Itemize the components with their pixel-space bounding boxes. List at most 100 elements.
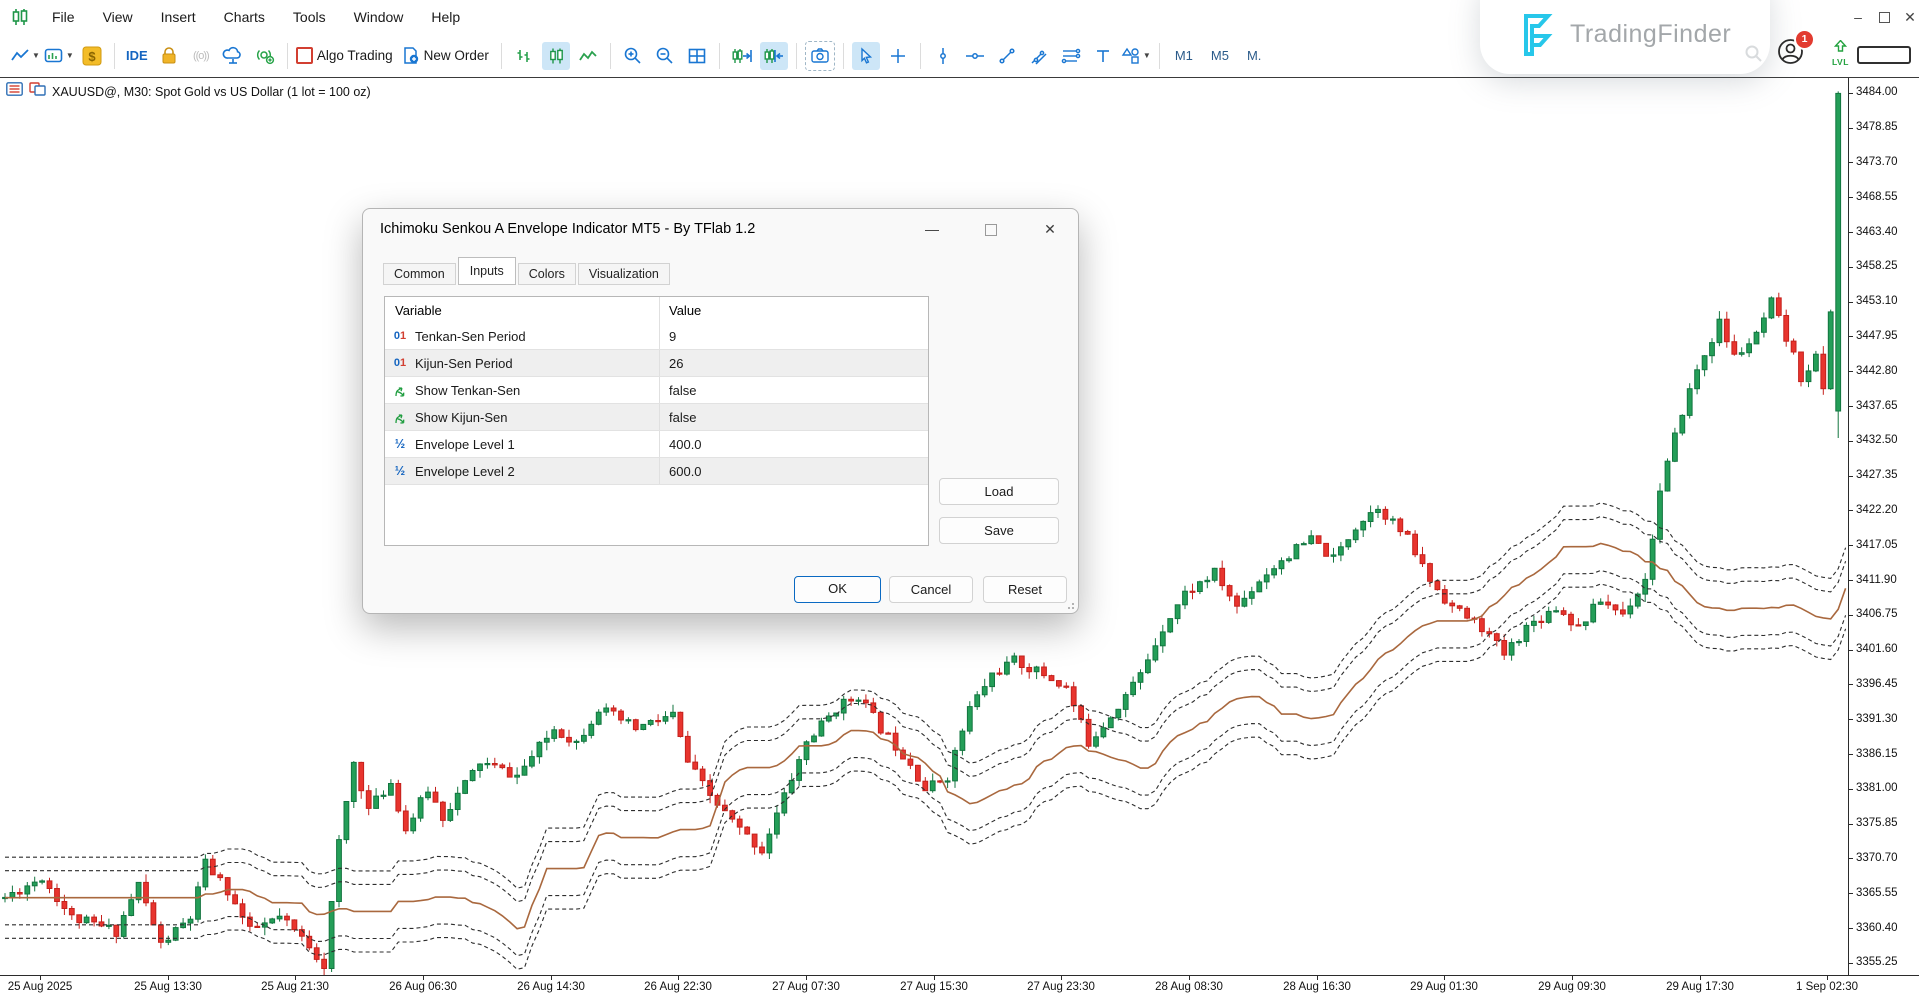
- dialog-maximize-button[interactable]: [975, 217, 1007, 241]
- zoom-in-icon[interactable]: [619, 42, 647, 70]
- level-up-icon[interactable]: LVL: [1832, 39, 1849, 67]
- time-label: 29 Aug 01:30: [1410, 981, 1478, 993]
- param-value[interactable]: false: [659, 404, 928, 430]
- cloud-icon[interactable]: [219, 42, 247, 70]
- param-value[interactable]: 26: [659, 350, 928, 376]
- indicator-dialog: Ichimoku Senkou A Envelope Indicator MT5…: [362, 208, 1079, 614]
- chevron-down-icon: ▼: [32, 51, 40, 60]
- tab-inputs[interactable]: Inputs: [458, 257, 516, 285]
- timeframe-m1-button[interactable]: M1: [1168, 42, 1200, 70]
- menu-view[interactable]: View: [89, 0, 147, 34]
- cursor-icon[interactable]: [852, 42, 880, 70]
- time-label: 1 Sep 02:30: [1796, 981, 1858, 993]
- tab-colors[interactable]: Colors: [518, 263, 576, 285]
- time-label: 29 Aug 17:30: [1666, 981, 1734, 993]
- param-name: Tenkan-Sen Period: [415, 329, 526, 344]
- dialog-minimize-button[interactable]: —: [916, 217, 948, 241]
- tab-common[interactable]: Common: [383, 263, 456, 285]
- chart-template-icon[interactable]: ▼: [10, 42, 40, 70]
- price-label: 3437.65: [1856, 400, 1898, 412]
- param-name: Envelope Level 2: [415, 464, 515, 479]
- time-axis[interactable]: 25 Aug 202525 Aug 13:3025 Aug 21:3026 Au…: [0, 975, 1919, 996]
- bar-chart-type-icon[interactable]: [510, 42, 538, 70]
- param-row[interactable]: 01Tenkan-Sen Period9: [385, 323, 928, 349]
- cancel-button[interactable]: Cancel: [889, 576, 973, 603]
- param-value[interactable]: 400.0: [659, 431, 928, 457]
- search-icon[interactable]: [1744, 44, 1764, 69]
- dialog-resize-grip[interactable]: [1064, 599, 1074, 609]
- screenshot-camera-icon[interactable]: [805, 41, 835, 71]
- ok-button[interactable]: OK: [794, 576, 881, 603]
- metaeditor-ide-button[interactable]: IDE: [123, 42, 151, 70]
- mt5-window: File View Insert Charts Tools Window Hel…: [0, 0, 1919, 996]
- fibonacci-tool-icon[interactable]: [1057, 42, 1085, 70]
- market-bag-icon[interactable]: [155, 42, 183, 70]
- price-axis[interactable]: 3484.003478.853473.703468.553463.403458.…: [1848, 78, 1919, 975]
- load-button[interactable]: Load: [939, 478, 1059, 505]
- signals-icon[interactable]: ((o)): [187, 42, 215, 70]
- trendline-tool-icon[interactable]: [993, 42, 1021, 70]
- time-label: 29 Aug 09:30: [1538, 981, 1606, 993]
- mt5-app-icon: [10, 7, 30, 27]
- price-label: 3458.25: [1856, 260, 1898, 272]
- param-value[interactable]: 9: [659, 323, 928, 349]
- tab-visualization[interactable]: Visualization: [578, 263, 670, 285]
- chevron-down-icon: ▼: [1143, 51, 1151, 60]
- param-row[interactable]: ½Envelope Level 1400.0: [385, 431, 928, 457]
- time-label: 27 Aug 07:30: [772, 981, 840, 993]
- reset-button[interactable]: Reset: [983, 576, 1067, 603]
- vertical-line-tool-icon[interactable]: [929, 42, 957, 70]
- dollar-trade-icon[interactable]: $: [78, 42, 106, 70]
- price-label: 3484.00: [1856, 86, 1898, 98]
- shapes-tool-icon[interactable]: ▼: [1121, 42, 1151, 70]
- time-label: 25 Aug 13:30: [134, 981, 202, 993]
- price-label: 3365.55: [1856, 887, 1898, 899]
- time-label: 25 Aug 21:30: [261, 981, 329, 993]
- candlestick-chart-type-icon[interactable]: [542, 42, 570, 70]
- menu-tools[interactable]: Tools: [279, 0, 340, 34]
- line-chart-type-icon[interactable]: [574, 42, 602, 70]
- param-row[interactable]: Show Tenkan-Senfalse: [385, 377, 928, 403]
- svg-text:$: $: [88, 49, 96, 64]
- window-restore-button[interactable]: [1872, 6, 1896, 28]
- zoom-out-icon[interactable]: [651, 42, 679, 70]
- indicator-window-icon[interactable]: ▼: [44, 42, 74, 70]
- param-value[interactable]: false: [659, 377, 928, 403]
- shift-left-icon[interactable]: [760, 42, 788, 70]
- price-label: 3401.60: [1856, 643, 1898, 655]
- boolean-type-icon: [392, 410, 408, 424]
- shift-end-right-icon[interactable]: [728, 42, 756, 70]
- dialog-close-button[interactable]: ✕: [1034, 217, 1066, 241]
- dialog-title: Ichimoku Senkou A Envelope Indicator MT5…: [380, 221, 755, 237]
- text-tool-icon[interactable]: [1089, 42, 1117, 70]
- channel-tool-icon[interactable]: [1025, 42, 1053, 70]
- integer-type-icon: 01: [392, 357, 408, 369]
- time-label: 28 Aug 16:30: [1283, 981, 1351, 993]
- algo-trading-button[interactable]: Algo Trading: [296, 42, 397, 70]
- param-row[interactable]: ½Envelope Level 2600.0: [385, 457, 928, 485]
- timeframe-m5-button[interactable]: M5: [1204, 42, 1236, 70]
- price-label: 3422.20: [1856, 504, 1898, 516]
- menu-charts[interactable]: Charts: [210, 0, 279, 34]
- window-minimize-button[interactable]: –: [1846, 6, 1870, 28]
- param-value[interactable]: 600.0: [659, 458, 928, 484]
- price-label: 3360.40: [1856, 922, 1898, 934]
- menu-help[interactable]: Help: [417, 0, 474, 34]
- param-row[interactable]: 01Kijun-Sen Period26: [385, 349, 928, 377]
- horizontal-line-tool-icon[interactable]: [961, 42, 989, 70]
- crosshair-icon[interactable]: [884, 42, 912, 70]
- menu-insert[interactable]: Insert: [147, 0, 210, 34]
- column-value: Value: [659, 297, 928, 323]
- chart-tab[interactable]: XAUUSD@, M30: Spot Gold vs US Dollar (1 …: [6, 82, 371, 101]
- menu-file[interactable]: File: [38, 0, 89, 34]
- param-row[interactable]: Show Kijun-Senfalse: [385, 403, 928, 431]
- save-button[interactable]: Save: [939, 517, 1059, 544]
- timeframe-m15-button[interactable]: M.: [1240, 42, 1268, 70]
- price-label: 3453.10: [1856, 295, 1898, 307]
- time-label: 27 Aug 15:30: [900, 981, 968, 993]
- tile-windows-icon[interactable]: [683, 42, 711, 70]
- window-close-button[interactable]: ✕: [1898, 6, 1919, 28]
- new-order-button[interactable]: New Order: [401, 42, 493, 70]
- menu-window[interactable]: Window: [340, 0, 418, 34]
- community-broadcast-icon[interactable]: [251, 42, 279, 70]
